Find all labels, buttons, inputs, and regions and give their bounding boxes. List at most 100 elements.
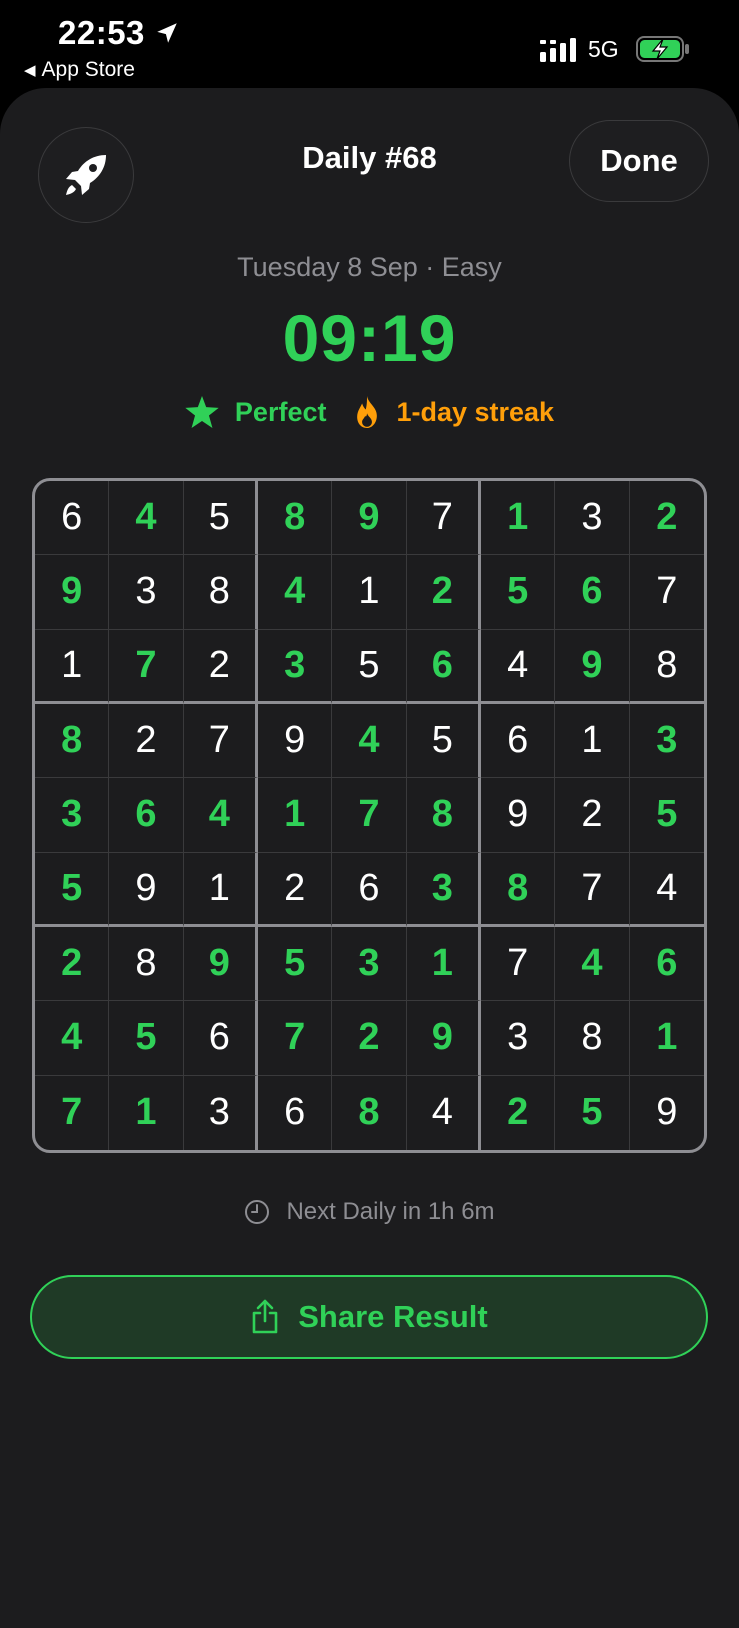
sudoku-cell: 9 <box>332 481 407 556</box>
sudoku-cell: 8 <box>481 852 556 927</box>
sudoku-cell: 7 <box>258 1001 333 1076</box>
sudoku-cell: 3 <box>184 1075 258 1150</box>
sudoku-cell: 7 <box>629 555 704 630</box>
sudoku-cell: 1 <box>258 778 333 853</box>
status-time: 22:53 <box>58 14 145 51</box>
sudoku-cell: 9 <box>406 1001 481 1076</box>
sudoku-cell: 7 <box>555 852 630 927</box>
back-to-app-store[interactable]: ◀ App Store <box>24 58 135 82</box>
battery-charging-icon <box>636 36 689 62</box>
sudoku-cell: 1 <box>332 555 407 630</box>
share-result-button[interactable]: Share Result <box>30 1275 708 1359</box>
status-bar: 22:53 ◀ App Store 5G <box>0 0 739 90</box>
sudoku-cell: 4 <box>258 555 333 630</box>
streak-label: 1-day streak <box>396 396 555 427</box>
sudoku-cell: 2 <box>481 1075 556 1150</box>
clock-icon <box>245 1200 270 1224</box>
sudoku-cell: 8 <box>332 1075 407 1150</box>
share-result-label: Share Result <box>298 1299 488 1334</box>
sudoku-cell: 2 <box>332 1001 407 1076</box>
sudoku-cell: 5 <box>555 1075 630 1150</box>
sudoku-cell: 1 <box>481 481 556 556</box>
sudoku-cell: 5 <box>481 555 556 630</box>
sudoku-cell: 4 <box>332 704 407 779</box>
done-button[interactable]: Done <box>569 120 709 202</box>
sudoku-cell: 3 <box>406 852 481 927</box>
sudoku-cell: 9 <box>183 927 258 1002</box>
sudoku-cell: 7 <box>183 704 258 779</box>
flame-icon <box>357 396 378 428</box>
sudoku-cell: 1 <box>183 852 258 927</box>
perfect-label: Perfect <box>234 396 327 427</box>
sudoku-cell: 4 <box>407 1075 481 1150</box>
share-icon <box>252 1299 278 1334</box>
sudoku-cell: 8 <box>35 704 110 779</box>
sudoku-cell: 8 <box>406 778 481 853</box>
sudoku-cell: 4 <box>481 629 556 704</box>
sudoku-cell: 4 <box>35 1001 110 1076</box>
sudoku-cell: 1 <box>35 629 110 704</box>
sudoku-cell: 2 <box>406 555 481 630</box>
sudoku-cell: 4 <box>629 853 704 927</box>
sudoku-cell: 9 <box>656 1091 678 1134</box>
sudoku-cell: 3 <box>481 1001 556 1076</box>
sudoku-cell: 8 <box>258 481 333 556</box>
sudoku-cell: 1 <box>406 927 481 1002</box>
sudoku-cell: 6 <box>555 555 630 630</box>
sudoku-cell: 6 <box>35 481 110 556</box>
sudoku-cell: 5 <box>258 927 333 1002</box>
sudoku-cell: 6 <box>332 852 407 927</box>
sudoku-cell: 4 <box>109 481 184 556</box>
sudoku-cell: 4 <box>183 778 258 853</box>
sudoku-cell: 2 <box>629 481 704 556</box>
sudoku-cell: 1 <box>629 1001 704 1076</box>
streak-badge: 1-day streak <box>354 396 554 428</box>
sudoku-cell: 8 <box>555 1001 630 1076</box>
sudoku-cell: 2 <box>35 927 110 1002</box>
sudoku-cell: 2 <box>183 629 258 704</box>
sudoku-cell: 5 <box>109 1001 184 1076</box>
location-arrow-icon <box>157 23 177 43</box>
sudoku-cell: 3 <box>109 555 184 630</box>
network-type: 5G <box>588 36 619 62</box>
sudoku-cell: 9 <box>109 852 184 927</box>
sudoku-cell: 2 <box>109 704 184 779</box>
sudoku-cell: 3 <box>629 704 704 779</box>
sudoku-cell: 3 <box>258 629 333 704</box>
sudoku-cell: 5 <box>183 481 258 556</box>
sudoku-cell: 6 <box>481 704 556 779</box>
sudoku-cell: 4 <box>555 927 630 1002</box>
back-triangle-icon: ◀ <box>24 62 36 79</box>
sudoku-cell: 3 <box>332 927 407 1002</box>
result-badges: Perfect 1-day streak <box>0 396 739 428</box>
next-daily-info: Next Daily in 1h 6m <box>0 1198 739 1226</box>
sudoku-cell: 1 <box>555 704 630 779</box>
sudoku-cell: 5 <box>406 704 481 779</box>
sudoku-cell: 2 <box>258 852 333 927</box>
sudoku-cell: 7 <box>109 629 184 704</box>
sudoku-cell: 9 <box>258 704 333 779</box>
sudoku-cell: 5 <box>332 629 407 704</box>
date-difficulty: Tuesday 8 Sep · Easy <box>237 252 502 282</box>
sudoku-cell: 3 <box>555 481 630 556</box>
sudoku-cell: 9 <box>555 629 630 704</box>
sudoku-cell: 9 <box>35 555 110 630</box>
sudoku-cell: 7 <box>481 927 556 1002</box>
sudoku-cell: 3 <box>35 778 110 853</box>
sudoku-cell: 6 <box>183 1001 258 1076</box>
star-icon <box>185 396 219 428</box>
sudoku-cell: 1 <box>109 1075 184 1150</box>
sudoku-cell: 7 <box>406 481 481 556</box>
back-app-label: App Store <box>41 58 135 81</box>
sudoku-cell: 6 <box>406 629 481 704</box>
sudoku-cell: 7 <box>35 1075 110 1150</box>
sudoku-cell: 6 <box>629 927 704 1002</box>
sudoku-cell: 2 <box>555 778 630 853</box>
perfect-badge: Perfect <box>185 396 327 428</box>
sudoku-cell: 5 <box>35 852 110 927</box>
completion-time: 09:19 <box>282 301 457 375</box>
sudoku-cell: 8 <box>183 555 258 630</box>
sudoku-cell: 8 <box>629 630 704 704</box>
sudoku-cell: 7 <box>332 778 407 853</box>
sudoku-cell: 8 <box>109 927 184 1002</box>
